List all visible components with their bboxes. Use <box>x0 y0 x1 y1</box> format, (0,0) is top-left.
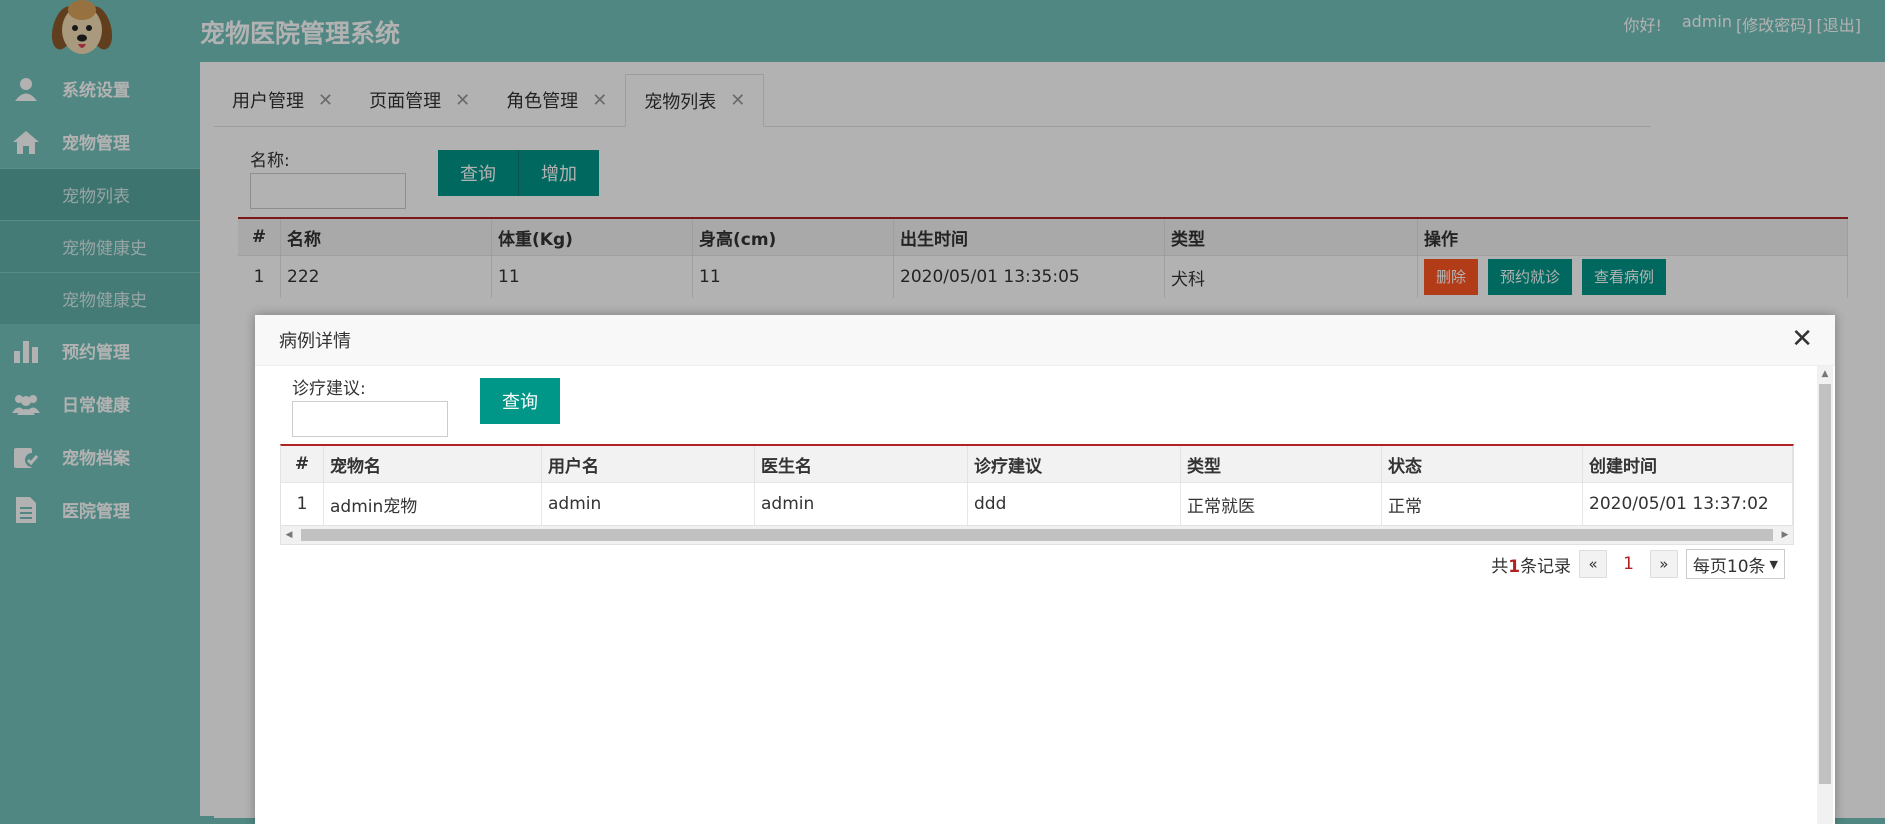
cell-type: 正常就医 <box>1180 482 1382 525</box>
record-count: 共1条记录 <box>1491 552 1571 577</box>
cell-doctor: admin <box>754 482 968 525</box>
column-header: 宠物名 <box>323 446 542 483</box>
scroll-up-icon[interactable]: ▲ <box>1817 366 1833 382</box>
column-header: 用户名 <box>541 446 755 483</box>
table-row: 1 admin宠物 admin admin ddd 正常就医 正常 2020/0… <box>281 482 1793 525</box>
advice-search: 诊疗建议: <box>292 374 448 437</box>
cell-created: 2020/05/01 13:37:02 <box>1582 482 1793 525</box>
advice-label: 诊疗建议: <box>292 379 366 399</box>
scroll-right-icon[interactable]: ▶ <box>1777 526 1793 544</box>
cell-advice: ddd <box>967 482 1181 525</box>
scroll-left-icon[interactable]: ◀ <box>281 526 297 544</box>
column-header: # <box>281 446 324 483</box>
pagination: 共1条记录 « 1 » 每页10条 ▼ <box>1491 549 1785 579</box>
case-table: # 宠物名 用户名 医生名 诊疗建议 类型 状态 创建时间 1 admin宠物 <box>281 446 1793 525</box>
count-prefix: 共 <box>1491 556 1509 577</box>
advice-search-input[interactable] <box>292 401 448 437</box>
count-suffix: 条记录 <box>1520 556 1572 577</box>
column-header: 诊疗建议 <box>967 446 1181 483</box>
cell-status: 正常 <box>1381 482 1583 525</box>
modal-title: 病例详情 <box>279 331 351 352</box>
modal-body: 诊疗建议: 查询 # 宠物名 用户名 医生名 诊疗建议 类型 状态 创建时间 1… <box>255 366 1835 824</box>
column-header: 创建时间 <box>1582 446 1793 483</box>
count-value: 1 <box>1508 556 1521 577</box>
prev-page-button[interactable]: « <box>1579 550 1608 578</box>
column-header: 医生名 <box>754 446 968 483</box>
close-icon[interactable]: ✕ <box>1791 326 1813 352</box>
modal-header: 病例详情 <box>255 315 1835 366</box>
page-size-value: 每页10条 <box>1692 556 1766 577</box>
next-page-button[interactable]: » <box>1649 550 1678 578</box>
scrollbar-thumb[interactable] <box>1819 384 1831 784</box>
chevron-down-icon: ▼ <box>1769 557 1778 571</box>
column-header: 类型 <box>1180 446 1382 483</box>
cell-no: 1 <box>281 482 324 525</box>
horizontal-scrollbar[interactable]: ◀ ▶ <box>281 525 1793 544</box>
scrollbar-thumb[interactable] <box>301 529 1773 541</box>
case-details-modal: 病例详情 ✕ 诊疗建议: 查询 # 宠物名 用户名 医生名 诊疗建议 类型 状态 <box>255 315 1835 824</box>
cell-username: admin <box>541 482 755 525</box>
column-header: 状态 <box>1381 446 1583 483</box>
vertical-scrollbar[interactable]: ▲ <box>1817 366 1833 824</box>
modal-query-button[interactable]: 查询 <box>480 378 560 424</box>
table-header-row: # 宠物名 用户名 医生名 诊疗建议 类型 状态 创建时间 <box>281 446 1793 483</box>
case-table-wrap: # 宠物名 用户名 医生名 诊疗建议 类型 状态 创建时间 1 admin宠物 <box>280 444 1794 545</box>
page-size-select[interactable]: 每页10条 ▼ <box>1685 549 1785 579</box>
current-page[interactable]: 1 <box>1615 554 1642 574</box>
cell-pet-name: admin宠物 <box>323 482 542 525</box>
